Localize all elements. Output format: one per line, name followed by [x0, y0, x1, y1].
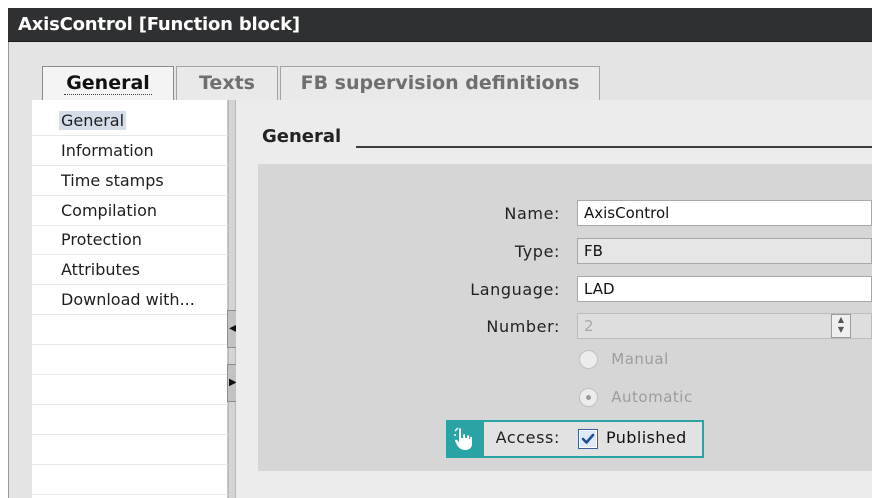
nav-item-label: Time stamps — [61, 171, 164, 190]
access-label: Access: — [495, 428, 560, 447]
name-field[interactable]: AxisControl — [577, 200, 872, 226]
nav-item-label: Attributes — [61, 260, 140, 279]
nav-item-time-stamps[interactable]: Time stamps — [32, 166, 228, 196]
window-titlebar: AxisControl [Function block] — [8, 8, 872, 42]
checkmark-icon — [580, 431, 596, 447]
nav-item-protection[interactable]: Protection — [32, 225, 228, 255]
number-label: Number: — [486, 317, 560, 336]
window-title: AxisControl [Function block] — [18, 14, 300, 35]
type-field: FB — [577, 238, 872, 264]
automatic-radio-row: Automatic — [579, 388, 693, 410]
manual-radio — [579, 350, 598, 369]
pane-splitter[interactable] — [228, 100, 236, 498]
nav-item-information[interactable]: Information — [32, 136, 228, 166]
nav-item-download-with[interactable]: Download with... — [32, 285, 228, 315]
nav-item-label: Information — [61, 141, 154, 160]
nav-item-general[interactable]: General — [32, 106, 228, 136]
tab-texts-label: Texts — [199, 72, 255, 94]
property-nav: General Information Time stamps Compilat… — [32, 100, 228, 498]
nav-item-attributes[interactable]: Attributes — [32, 255, 228, 285]
section-divider — [356, 146, 872, 148]
manual-label: Manual — [611, 350, 669, 368]
type-label: Type: — [514, 242, 560, 261]
nav-empty-row — [32, 345, 228, 375]
nav-item-label: Download with... — [61, 290, 195, 309]
published-checkbox[interactable] — [578, 429, 598, 449]
nav-item-label: Protection — [61, 230, 142, 249]
nav-empty-row — [32, 405, 228, 435]
type-value: FB — [584, 242, 603, 260]
nav-item-label: General — [59, 111, 127, 130]
spin-up-down-icon: ▲ ▼ — [831, 314, 851, 338]
name-label: Name: — [504, 204, 560, 223]
number-value: 2 — [584, 317, 594, 335]
language-value: LAD — [584, 280, 615, 298]
nav-empty-row — [32, 435, 228, 465]
manual-radio-row: Manual — [579, 350, 669, 372]
nav-empty-row — [32, 465, 228, 495]
tab-general-label: General — [64, 72, 152, 95]
tab-fb-supervision[interactable]: FB supervision definitions — [280, 66, 600, 100]
tab-fb-supervision-label: FB supervision definitions — [300, 72, 580, 94]
language-label: Language: — [470, 280, 560, 299]
nav-empty-row — [32, 375, 228, 405]
tab-texts[interactable]: Texts — [176, 66, 278, 100]
nav-empty-row — [32, 315, 228, 345]
section-title: General — [262, 126, 342, 147]
nav-item-compilation[interactable]: Compilation — [32, 196, 228, 226]
nav-item-label: Compilation — [61, 201, 158, 220]
automatic-label: Automatic — [611, 388, 693, 406]
published-label[interactable]: Published — [606, 428, 687, 447]
language-field[interactable]: LAD — [577, 276, 872, 302]
number-field: 2 — [577, 313, 872, 339]
properties-window: AxisControl [Function block] General Tex… — [0, 0, 872, 498]
name-value: AxisControl — [584, 204, 670, 222]
tab-general[interactable]: General — [42, 66, 174, 102]
automatic-radio — [579, 388, 598, 407]
